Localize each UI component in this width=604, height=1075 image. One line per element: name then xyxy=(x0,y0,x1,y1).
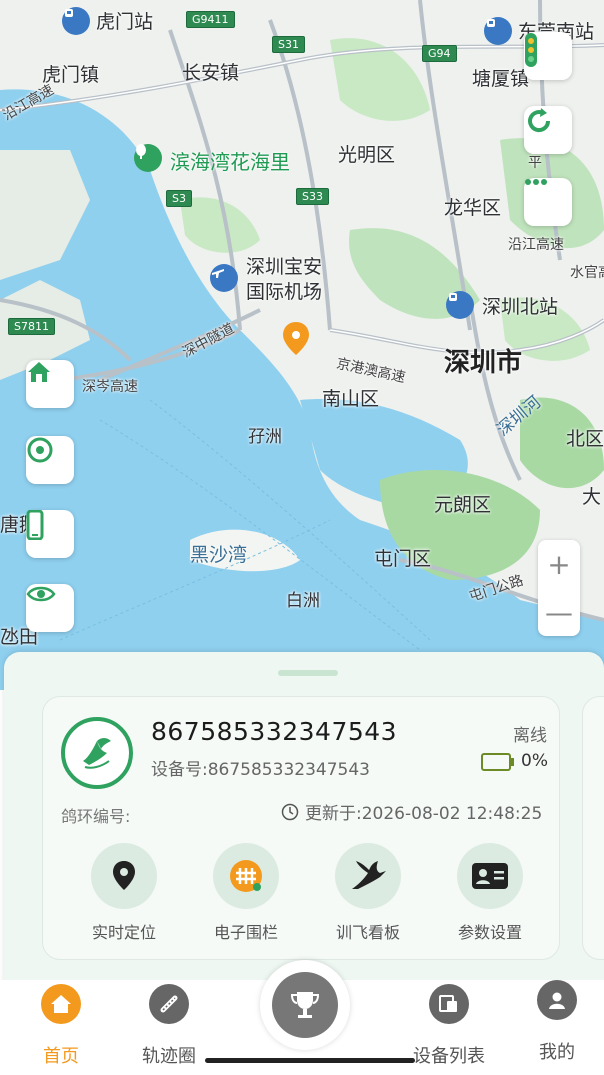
map-label-da-partial: 大 xyxy=(582,486,602,508)
refresh-icon xyxy=(528,108,551,133)
track-icon xyxy=(149,984,189,1024)
tab-label: 首页 xyxy=(43,1046,79,1067)
device-card[interactable]: 867585332347543 设备号:867585332347543 离线 0… xyxy=(42,696,560,960)
house-icon xyxy=(28,362,50,382)
action-label: 训飞看板 xyxy=(335,923,400,942)
map-label-humen-town: 虎门镇 xyxy=(42,64,100,86)
highway-shield-g9411: G9411 xyxy=(186,11,235,28)
tab-label: 我的 xyxy=(539,1042,575,1063)
action-icon-wrap xyxy=(335,843,401,909)
traffic-light-button[interactable] xyxy=(524,32,572,80)
status-badge: 离线 xyxy=(513,726,547,746)
map-label-north-district: 北区 xyxy=(566,428,604,450)
tab-track[interactable]: 轨迹圈 xyxy=(114,984,224,1068)
highway-shield-s7811: S7811 xyxy=(8,318,55,335)
zoom-out-button[interactable]: — xyxy=(538,588,580,636)
device-id: 设备号:867585332347543 xyxy=(151,760,370,780)
tab-profile[interactable]: 我的 xyxy=(502,980,604,1064)
tab-label: 轨迹圈 xyxy=(142,1046,196,1067)
more-icon xyxy=(525,179,547,185)
map-label-shencen: 深岑高速 xyxy=(82,379,138,395)
map-label-guangming: 光明区 xyxy=(338,144,396,166)
battery-value: 0% xyxy=(521,751,548,771)
action-parameter-settings[interactable]: 参数设置 xyxy=(445,843,535,943)
location-pin-icon xyxy=(113,861,135,890)
id-card-icon xyxy=(472,863,508,889)
map-view[interactable]: 虎门站 虎门镇 长安镇 G9411 S31 G94 东莞南站 塘厦镇 沿江高速 … xyxy=(0,0,604,690)
highway-shield-s31: S31 xyxy=(272,36,305,53)
action-icon-wrap xyxy=(457,843,523,909)
map-label-shuiguan: 水官高 xyxy=(570,265,604,281)
tab-device-list[interactable]: 设备列表 xyxy=(394,984,504,1068)
zoom-in-button[interactable]: + xyxy=(538,540,580,588)
map-label-baizhou: 白洲 xyxy=(286,591,320,611)
update-time: 更新于:2026-08-02 12:48:25 xyxy=(281,799,542,824)
map-label-shenzhen-north: 深圳北站 xyxy=(482,296,559,318)
action-training-board[interactable]: 训飞看板 xyxy=(323,843,413,943)
phone-location-button[interactable] xyxy=(26,510,74,558)
home-icon xyxy=(41,984,81,1024)
station-icon xyxy=(446,291,474,319)
tab-trophy[interactable] xyxy=(260,960,350,1050)
action-label: 实时定位 xyxy=(91,923,156,942)
clock-icon xyxy=(281,803,299,820)
map-label-humen-station: 虎门站 xyxy=(96,11,154,33)
eye-icon xyxy=(26,586,56,602)
airport-icon xyxy=(210,264,238,292)
target-icon xyxy=(27,437,53,463)
action-geofence[interactable]: 电子围栏 xyxy=(201,843,291,943)
map-label-changan-town: 长安镇 xyxy=(182,62,240,84)
traffic-light-icon xyxy=(525,33,537,67)
park-icon xyxy=(134,144,162,172)
visibility-button[interactable] xyxy=(26,584,74,632)
map-label-shenzhen-city: 深圳市 xyxy=(444,348,523,378)
map-label-yuanlang: 元朗区 xyxy=(434,494,492,516)
bird-icon xyxy=(352,861,386,889)
action-realtime-location[interactable]: 实时定位 xyxy=(79,843,169,943)
device-list-icon xyxy=(429,984,469,1024)
map-label-longhua: 龙华区 xyxy=(444,197,502,219)
station-icon xyxy=(484,17,512,45)
drag-handle[interactable] xyxy=(278,670,338,676)
map-label-zaizhou: 孖洲 xyxy=(248,427,282,447)
highway-shield-s3: S3 xyxy=(166,190,192,207)
phone-icon xyxy=(26,510,44,540)
battery-icon xyxy=(481,753,514,771)
action-label: 电子围栏 xyxy=(213,923,278,942)
map-label-binhai-flower: 滨海湾花海里 xyxy=(170,150,290,174)
map-label-tangxia: 塘厦镇 xyxy=(472,68,530,90)
station-icon xyxy=(62,7,90,35)
device-avatar xyxy=(61,717,133,789)
highway-shield-s33: S33 xyxy=(296,188,329,205)
action-label: 参数设置 xyxy=(457,923,522,942)
action-icon-wrap xyxy=(91,843,157,909)
device-panel: 867585332347543 设备号:867585332347543 离线 0… xyxy=(4,652,604,988)
tab-home[interactable]: 首页 xyxy=(6,984,116,1068)
device-name: 867585332347543 xyxy=(151,717,398,746)
map-label-heisha: 黑沙湾 xyxy=(190,544,248,566)
update-time-text: 更新于:2026-08-02 12:48:25 xyxy=(305,804,543,824)
map-label-nanshan: 南山区 xyxy=(322,388,380,410)
highway-shield-g94: G94 xyxy=(422,45,457,62)
ring-number-label: 鸽环编号: xyxy=(61,807,131,826)
system-home-indicator xyxy=(205,1058,415,1063)
trophy-icon xyxy=(272,972,338,1038)
zoom-control: + — xyxy=(538,540,580,636)
profile-icon xyxy=(537,980,577,1020)
pigeon-logo-icon xyxy=(83,738,111,769)
map-label-yanjiang: 沿江高速 xyxy=(508,237,564,253)
tab-label: 设备列表 xyxy=(413,1046,485,1067)
action-icon-wrap xyxy=(213,843,279,909)
more-button[interactable] xyxy=(524,178,572,226)
map-label-tunmen: 屯门区 xyxy=(374,548,432,570)
home-location-button[interactable] xyxy=(26,360,74,408)
target-button[interactable] xyxy=(26,436,74,484)
fence-icon xyxy=(230,860,262,892)
map-label-airport: 深圳宝安 国际机场 xyxy=(246,256,323,303)
map-label-pingtang: 平 xyxy=(528,155,542,171)
next-device-card[interactable] xyxy=(582,696,604,960)
refresh-button[interactable] xyxy=(524,106,572,154)
